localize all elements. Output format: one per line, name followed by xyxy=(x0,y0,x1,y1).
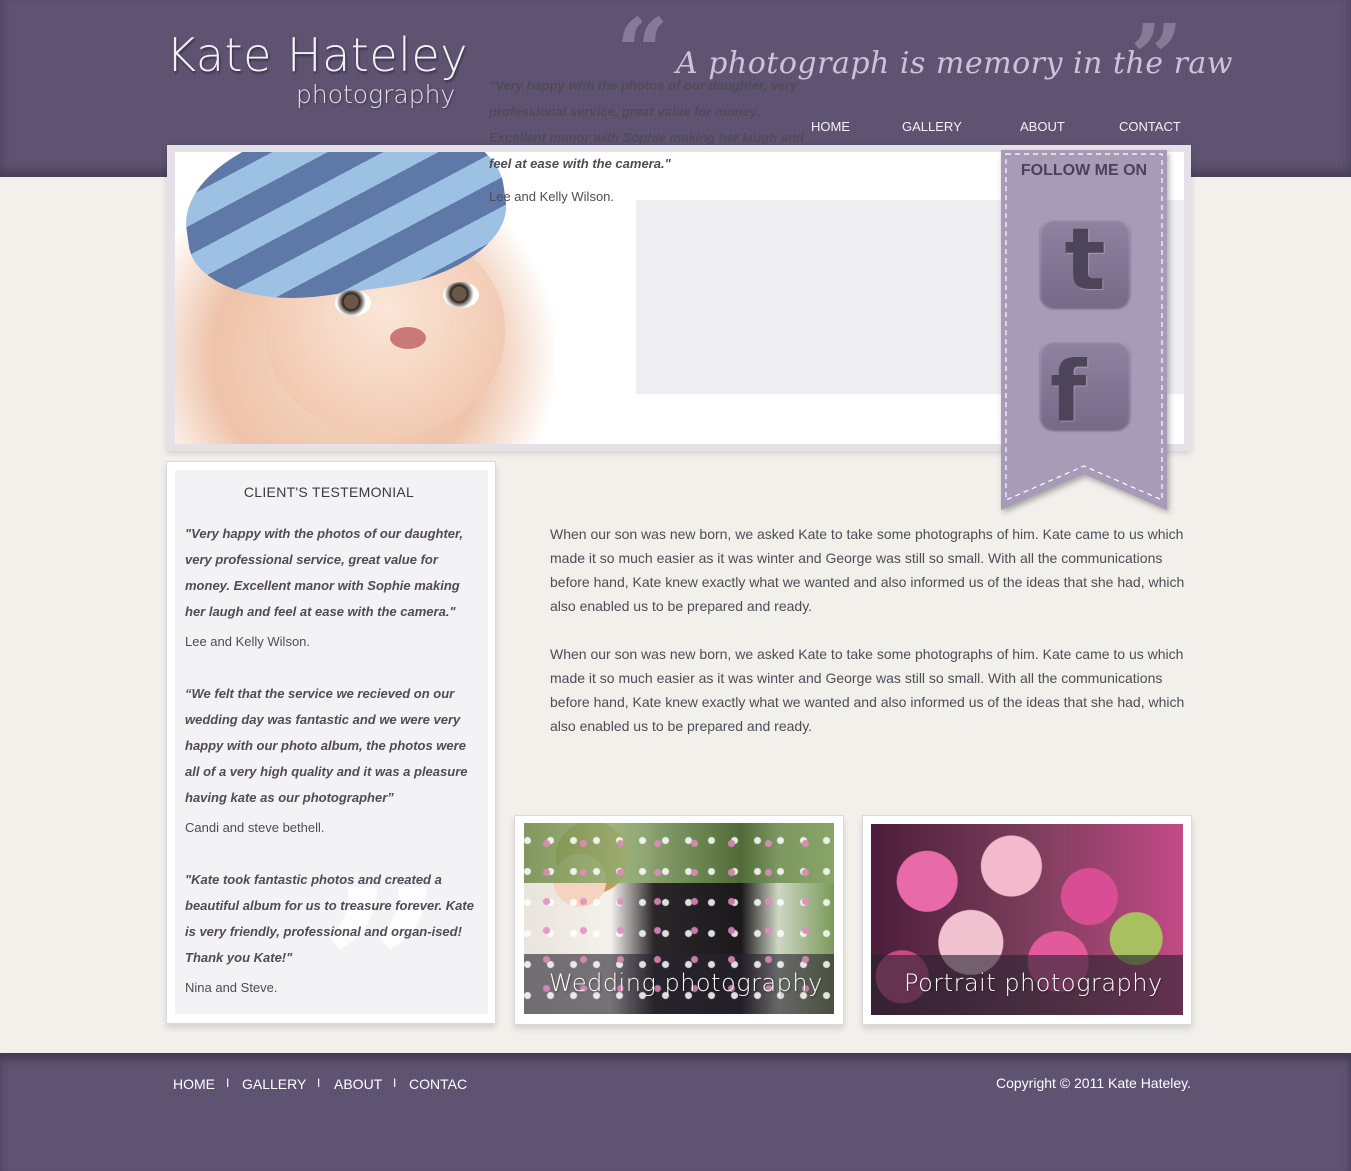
nav-about[interactable]: ABOUT xyxy=(1020,119,1065,134)
footer-separator: I xyxy=(317,1076,321,1090)
footer-link-contact[interactable]: CONTAC xyxy=(409,1076,467,1092)
testimonial-quote: “We felt that the service we recieved on… xyxy=(185,686,468,805)
footer-link-about[interactable]: ABOUT xyxy=(334,1076,382,1092)
footer-link-gallery[interactable]: GALLERY xyxy=(242,1076,306,1092)
follow-me-title: FOLLOW ME ON xyxy=(1020,162,1148,179)
nav-contact[interactable]: CONTACT xyxy=(1119,119,1181,134)
testimonial-author: Lee and Kelly Wilson. xyxy=(185,634,311,649)
body-paragraph: When our son was new born, we asked Kate… xyxy=(550,646,1185,734)
twitter-button[interactable]: t xyxy=(1040,210,1130,310)
logo-subtitle: photography xyxy=(296,80,456,109)
hero-quote: "Very happy with the photos of our daugh… xyxy=(489,78,804,171)
logo-name[interactable]: Kate Hateley xyxy=(166,28,468,82)
portrait-caption[interactable]: Portrait photography xyxy=(904,969,1163,997)
close-quote-icon: ” xyxy=(1130,4,1183,112)
wedding-caption[interactable]: Wedding photography xyxy=(549,969,823,997)
facebook-icon: f xyxy=(1050,343,1087,441)
testimonial-quote: "Kate took fantastic photos and created … xyxy=(185,872,474,965)
facebook-button[interactable]: f xyxy=(1040,340,1130,441)
nav-gallery[interactable]: GALLERY xyxy=(902,119,962,134)
twitter-icon: t xyxy=(1064,210,1106,310)
footer-separator: I xyxy=(393,1076,397,1090)
footer-band xyxy=(0,1053,1351,1171)
footer-separator: I xyxy=(226,1076,230,1090)
footer-link-home[interactable]: HOME xyxy=(173,1076,215,1092)
testimonial-author: Candi and steve bethell. xyxy=(185,820,325,835)
hero-quote-author: Lee and Kelly Wilson. xyxy=(489,189,615,204)
nav-home[interactable]: HOME xyxy=(811,119,850,134)
follow-ribbon xyxy=(1001,150,1167,510)
testimonial-quote: "Very happy with the photos of our daugh… xyxy=(185,526,463,619)
testimonial-heading: CLIENT'S TESTEMONIAL xyxy=(243,484,415,500)
copyright: Copyright © 2011 Kate Hateley. xyxy=(996,1075,1192,1091)
body-paragraph: When our son was new born, we asked Kate… xyxy=(550,526,1185,614)
testimonial-author: Nina and Steve. xyxy=(185,980,278,995)
